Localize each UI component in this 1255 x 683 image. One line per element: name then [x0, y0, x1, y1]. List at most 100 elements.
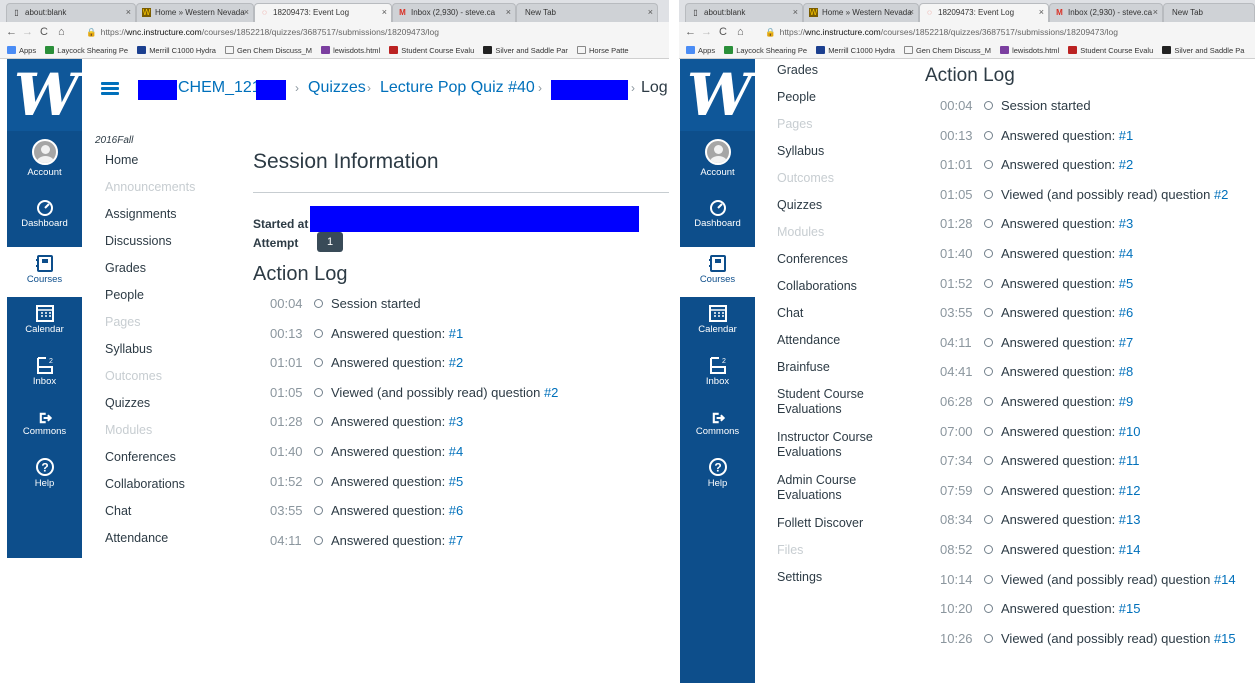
bookmark[interactable]: lewisdots.html: [321, 42, 380, 58]
question-link[interactable]: #13: [1119, 512, 1141, 527]
tab-home[interactable]: W Home » Western Nevada ×: [136, 3, 254, 22]
question-link[interactable]: #1: [449, 326, 463, 341]
course-nav-people[interactable]: People: [777, 90, 816, 105]
question-link[interactable]: #2: [1119, 157, 1133, 172]
question-link[interactable]: #1: [1119, 128, 1133, 143]
forward-icon[interactable]: →: [701, 25, 712, 39]
question-link[interactable]: #7: [449, 533, 463, 548]
bookmark[interactable]: Student Course Evalu: [1068, 42, 1153, 58]
tab-event-log[interactable]: ◌ 18209473: Event Log ×: [254, 3, 392, 22]
reload-icon[interactable]: C: [40, 25, 48, 39]
bookmark[interactable]: Merrill C1000 Hydra: [137, 42, 216, 58]
back-icon[interactable]: ←: [685, 25, 696, 39]
course-nav-discussions[interactable]: Discussions: [105, 234, 172, 249]
close-tab-icon[interactable]: ×: [909, 4, 914, 21]
course-nav-quizzes[interactable]: Quizzes: [105, 396, 150, 411]
global-nav-courses[interactable]: Courses: [7, 247, 82, 297]
back-icon[interactable]: ←: [6, 25, 17, 39]
home-icon[interactable]: ⌂: [58, 25, 65, 39]
global-nav-inbox[interactable]: 2 Inbox: [7, 355, 82, 387]
question-link[interactable]: #4: [1119, 246, 1133, 261]
global-nav-account[interactable]: Account: [7, 139, 82, 178]
question-link[interactable]: #6: [1119, 305, 1133, 320]
global-nav-commons[interactable]: Commons: [7, 411, 82, 437]
tab-new[interactable]: New Tab: [1163, 3, 1255, 22]
question-link[interactable]: #15: [1214, 631, 1236, 646]
question-link[interactable]: #14: [1119, 542, 1141, 557]
question-link[interactable]: #11: [1119, 453, 1140, 468]
global-nav-inbox[interactable]: 2 Inbox: [680, 355, 755, 387]
course-nav-collaborations[interactable]: Collaborations: [777, 279, 857, 294]
course-nav-conferences[interactable]: Conferences: [105, 450, 176, 465]
tab-about-blank[interactable]: ▯ about:blank ×: [685, 3, 803, 22]
question-link[interactable]: #5: [449, 474, 463, 489]
course-nav-brainfuse[interactable]: Brainfuse: [777, 360, 830, 375]
global-nav-calendar[interactable]: Calendar: [680, 303, 755, 335]
course-nav-collaborations[interactable]: Collaborations: [105, 477, 185, 492]
course-nav-student-course[interactable]: Student Course Evaluations: [777, 387, 864, 417]
course-nav-attendance[interactable]: Attendance: [105, 531, 168, 546]
question-link[interactable]: #4: [449, 444, 463, 459]
global-nav-help[interactable]: ? Help: [7, 457, 82, 489]
bookmark[interactable]: Silver and Saddle Par: [483, 42, 568, 58]
question-link[interactable]: #12: [1119, 483, 1141, 498]
school-logo[interactable]: W: [680, 59, 755, 131]
bookmark[interactable]: Student Course Evalu: [389, 42, 474, 58]
url-field[interactable]: 🔒 https://wnc.instructure.com/courses/185…: [765, 25, 1251, 40]
breadcrumb-quiz[interactable]: Lecture Pop Quiz #40: [380, 79, 535, 97]
course-nav-assignments[interactable]: Assignments: [105, 207, 177, 222]
course-nav-home[interactable]: Home: [105, 153, 138, 168]
close-tab-icon[interactable]: ×: [244, 4, 249, 21]
question-link[interactable]: #2: [544, 385, 558, 400]
course-nav-people[interactable]: People: [105, 288, 144, 303]
course-nav-chat[interactable]: Chat: [777, 306, 803, 321]
tab-about-blank[interactable]: ▯ about:blank ×: [6, 3, 136, 22]
course-nav-admin-course[interactable]: Admin Course Evaluations: [777, 473, 856, 503]
question-link[interactable]: #9: [1119, 394, 1133, 409]
close-tab-icon[interactable]: ×: [1039, 4, 1044, 21]
question-link[interactable]: #2: [1214, 187, 1228, 202]
global-nav-help[interactable]: ? Help: [680, 457, 755, 489]
question-link[interactable]: #7: [1119, 335, 1133, 350]
bookmark[interactable]: Merrill C1000 Hydra: [816, 42, 895, 58]
tab-inbox[interactable]: M Inbox (2,930) - steve.ca ×: [1049, 3, 1163, 22]
question-link[interactable]: #8: [1119, 364, 1133, 379]
bookmark-apps[interactable]: Apps: [686, 42, 715, 58]
tab-event-log[interactable]: ◌ 18209473: Event Log ×: [919, 3, 1049, 22]
url-field[interactable]: 🔒 https://wnc.instructure.com/courses/185…: [86, 25, 665, 40]
question-link[interactable]: #2: [449, 355, 463, 370]
bookmark[interactable]: Gen Chem Discuss_M: [224, 42, 312, 58]
course-nav-grades[interactable]: Grades: [105, 261, 146, 276]
question-link[interactable]: #3: [449, 414, 463, 429]
global-nav-dashboard[interactable]: Dashboard: [7, 197, 82, 229]
close-tab-icon[interactable]: ×: [648, 4, 653, 21]
close-tab-icon[interactable]: ×: [1153, 4, 1158, 21]
course-nav-quizzes[interactable]: Quizzes: [777, 198, 822, 213]
breadcrumb-quizzes[interactable]: Quizzes: [308, 79, 366, 97]
close-tab-icon[interactable]: ×: [126, 4, 131, 21]
home-icon[interactable]: ⌂: [737, 25, 744, 39]
global-nav-calendar[interactable]: Calendar: [7, 303, 82, 335]
question-link[interactable]: #15: [1119, 601, 1141, 616]
question-link[interactable]: #10: [1119, 424, 1141, 439]
global-nav-dashboard[interactable]: Dashboard: [680, 197, 755, 229]
course-nav-grades[interactable]: Grades: [777, 63, 818, 78]
bookmark[interactable]: Laycock Shearing Pe: [45, 42, 128, 58]
question-link[interactable]: #14: [1214, 572, 1236, 587]
close-tab-icon[interactable]: ×: [793, 4, 798, 21]
global-nav-commons[interactable]: Commons: [680, 411, 755, 437]
school-logo[interactable]: W: [7, 59, 82, 131]
bookmark[interactable]: lewisdots.html: [1000, 42, 1059, 58]
question-link[interactable]: #3: [1119, 216, 1133, 231]
bookmark[interactable]: Silver and Saddle Pa: [1162, 42, 1244, 58]
global-nav-courses[interactable]: Courses: [680, 247, 755, 297]
tab-inbox[interactable]: M Inbox (2,930) - steve.ca ×: [392, 3, 516, 22]
course-nav-follett-discover[interactable]: Follett Discover: [777, 516, 863, 531]
bookmark[interactable]: Laycock Shearing Pe: [724, 42, 807, 58]
course-nav-instructor-course[interactable]: Instructor Course Evaluations: [777, 430, 873, 460]
course-nav-settings[interactable]: Settings: [777, 570, 822, 585]
course-nav-syllabus[interactable]: Syllabus: [777, 144, 824, 159]
bookmark[interactable]: Horse Patte: [577, 42, 629, 58]
course-nav-syllabus[interactable]: Syllabus: [105, 342, 152, 357]
global-nav-account[interactable]: Account: [680, 139, 755, 178]
